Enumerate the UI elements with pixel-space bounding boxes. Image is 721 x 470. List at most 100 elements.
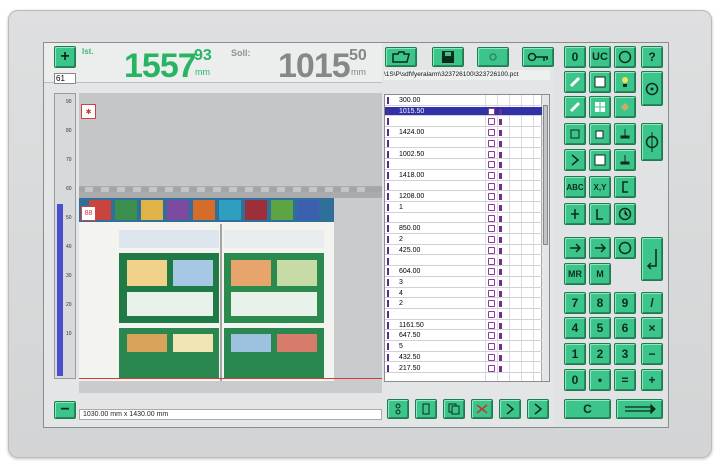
list-item[interactable] bbox=[385, 182, 542, 192]
memory-recall-button[interactable]: MR bbox=[564, 263, 586, 285]
align-icon bbox=[571, 209, 579, 219]
timer-button[interactable] bbox=[614, 203, 636, 225]
list-item[interactable]: 1424.00 bbox=[385, 128, 542, 138]
list-item[interactable]: 5 bbox=[385, 342, 542, 352]
clamp-status-icon bbox=[488, 214, 495, 222]
key-5[interactable]: 5 bbox=[589, 317, 611, 339]
next-button[interactable] bbox=[499, 399, 521, 419]
open-folder-button[interactable] bbox=[385, 47, 417, 67]
step-button[interactable] bbox=[387, 399, 409, 419]
cube-button[interactable] bbox=[589, 123, 611, 145]
sensor-button[interactable] bbox=[641, 123, 663, 161]
enter-button[interactable] bbox=[641, 237, 663, 281]
register-mark-icon[interactable]: 88 bbox=[81, 206, 96, 221]
sheet-dimensions: 1030.00 mm x 1430.00 mm bbox=[79, 409, 382, 420]
memory-button[interactable]: M bbox=[589, 263, 611, 285]
decimal-point-button[interactable]: • bbox=[589, 369, 611, 391]
knife-button[interactable] bbox=[564, 71, 586, 93]
xy-button[interactable]: X,Y bbox=[589, 176, 611, 198]
clamp-down-button[interactable] bbox=[614, 123, 636, 145]
key-3[interactable]: 3 bbox=[614, 343, 636, 365]
list-item[interactable] bbox=[385, 160, 542, 170]
counter-field[interactable]: 61 bbox=[54, 73, 76, 84]
zero-function-button[interactable]: 0 bbox=[564, 46, 586, 68]
knife-depth-button[interactable] bbox=[589, 203, 611, 225]
lamp-button[interactable] bbox=[614, 71, 636, 93]
forward-button[interactable] bbox=[527, 399, 549, 419]
square-button[interactable] bbox=[589, 71, 611, 93]
list-item[interactable]: 425.00 bbox=[385, 246, 542, 256]
subtract-button[interactable]: − bbox=[641, 343, 663, 365]
bracket-button[interactable] bbox=[614, 176, 636, 198]
ruler-tick: 80 bbox=[66, 128, 72, 134]
dial-button[interactable] bbox=[614, 46, 636, 68]
press-button[interactable] bbox=[564, 96, 586, 118]
key-7[interactable]: 7 bbox=[564, 292, 586, 314]
sheet-preview-area[interactable]: ✱ 88 bbox=[79, 93, 382, 393]
plus-button[interactable]: + bbox=[54, 46, 76, 68]
list-scroll-thumb[interactable] bbox=[543, 105, 548, 245]
tools-button[interactable] bbox=[477, 47, 509, 67]
abc-button[interactable]: ABC bbox=[564, 176, 586, 198]
pusher-status-icon bbox=[499, 301, 502, 308]
ruler-position-bar bbox=[57, 204, 63, 376]
air-table-button[interactable] bbox=[564, 123, 586, 145]
key-2[interactable]: 2 bbox=[589, 343, 611, 365]
edit-button[interactable] bbox=[564, 149, 586, 171]
cut-value: 4 bbox=[399, 289, 403, 297]
list-item[interactable]: 1 bbox=[385, 203, 542, 213]
divide-button[interactable]: / bbox=[641, 292, 663, 314]
list-item[interactable]: 2 bbox=[385, 299, 542, 309]
align-button[interactable] bbox=[564, 203, 586, 225]
help-button[interactable]: ? bbox=[641, 46, 663, 68]
overlay-button[interactable] bbox=[589, 149, 611, 171]
save-button[interactable] bbox=[432, 47, 464, 67]
mark-button[interactable] bbox=[471, 399, 493, 419]
key-6[interactable]: 6 bbox=[614, 317, 636, 339]
list-item[interactable]: 1208.00 bbox=[385, 192, 542, 202]
list-item[interactable]: 432.50 bbox=[385, 353, 542, 363]
grid-button[interactable] bbox=[589, 96, 611, 118]
list-item[interactable] bbox=[385, 257, 542, 267]
copy-button[interactable] bbox=[443, 399, 465, 419]
list-item[interactable]: 604.00 bbox=[385, 267, 542, 277]
list-item[interactable]: 1418.00 bbox=[385, 171, 542, 181]
add-button[interactable]: + bbox=[641, 369, 663, 391]
target-button[interactable] bbox=[641, 71, 663, 106]
blade-warning-icon[interactable]: ✱ bbox=[81, 104, 96, 119]
list-item[interactable]: 2 bbox=[385, 235, 542, 245]
list-item[interactable]: 4 bbox=[385, 289, 542, 299]
list-item[interactable] bbox=[385, 214, 542, 224]
clamp-button[interactable] bbox=[415, 399, 437, 419]
list-item[interactable] bbox=[385, 310, 542, 320]
list-item[interactable] bbox=[385, 139, 542, 149]
key-1[interactable]: 1 bbox=[564, 343, 586, 365]
list-item[interactable]: 1015.50 bbox=[385, 106, 542, 117]
key-0[interactable]: 0 bbox=[564, 369, 586, 391]
tab-forward-button[interactable] bbox=[616, 399, 663, 419]
diamond-button[interactable] bbox=[614, 96, 636, 118]
list-item[interactable]: 300.00 bbox=[385, 96, 542, 106]
key-button[interactable] bbox=[522, 47, 554, 67]
list-item[interactable]: 3 bbox=[385, 278, 542, 288]
list-item[interactable]: 647.50 bbox=[385, 331, 542, 342]
equals-button[interactable]: = bbox=[614, 369, 636, 391]
list-item[interactable]: 1161.50 bbox=[385, 321, 542, 331]
cut-program-list[interactable]: 300.00 1015.50 1424.00 1002.50 1418.00 1208.0… bbox=[384, 94, 550, 382]
pusher-button[interactable] bbox=[614, 149, 636, 171]
list-item[interactable] bbox=[385, 117, 542, 128]
list-scrollbar[interactable] bbox=[541, 95, 549, 381]
double-arrow-button[interactable] bbox=[589, 237, 611, 259]
clock-button[interactable] bbox=[614, 237, 636, 259]
key-8[interactable]: 8 bbox=[589, 292, 611, 314]
uc-button[interactable]: UC bbox=[589, 46, 611, 68]
minus-button[interactable]: − bbox=[54, 401, 76, 419]
list-item[interactable]: 217.50 bbox=[385, 364, 542, 374]
key-9[interactable]: 9 bbox=[614, 292, 636, 314]
multiply-button[interactable]: × bbox=[641, 317, 663, 339]
key-4[interactable]: 4 bbox=[564, 317, 586, 339]
list-item[interactable]: 1002.50 bbox=[385, 150, 542, 160]
list-item[interactable]: 850.00 bbox=[385, 224, 542, 235]
arrow-right-button[interactable] bbox=[564, 237, 586, 259]
clear-button[interactable]: C bbox=[564, 399, 611, 419]
